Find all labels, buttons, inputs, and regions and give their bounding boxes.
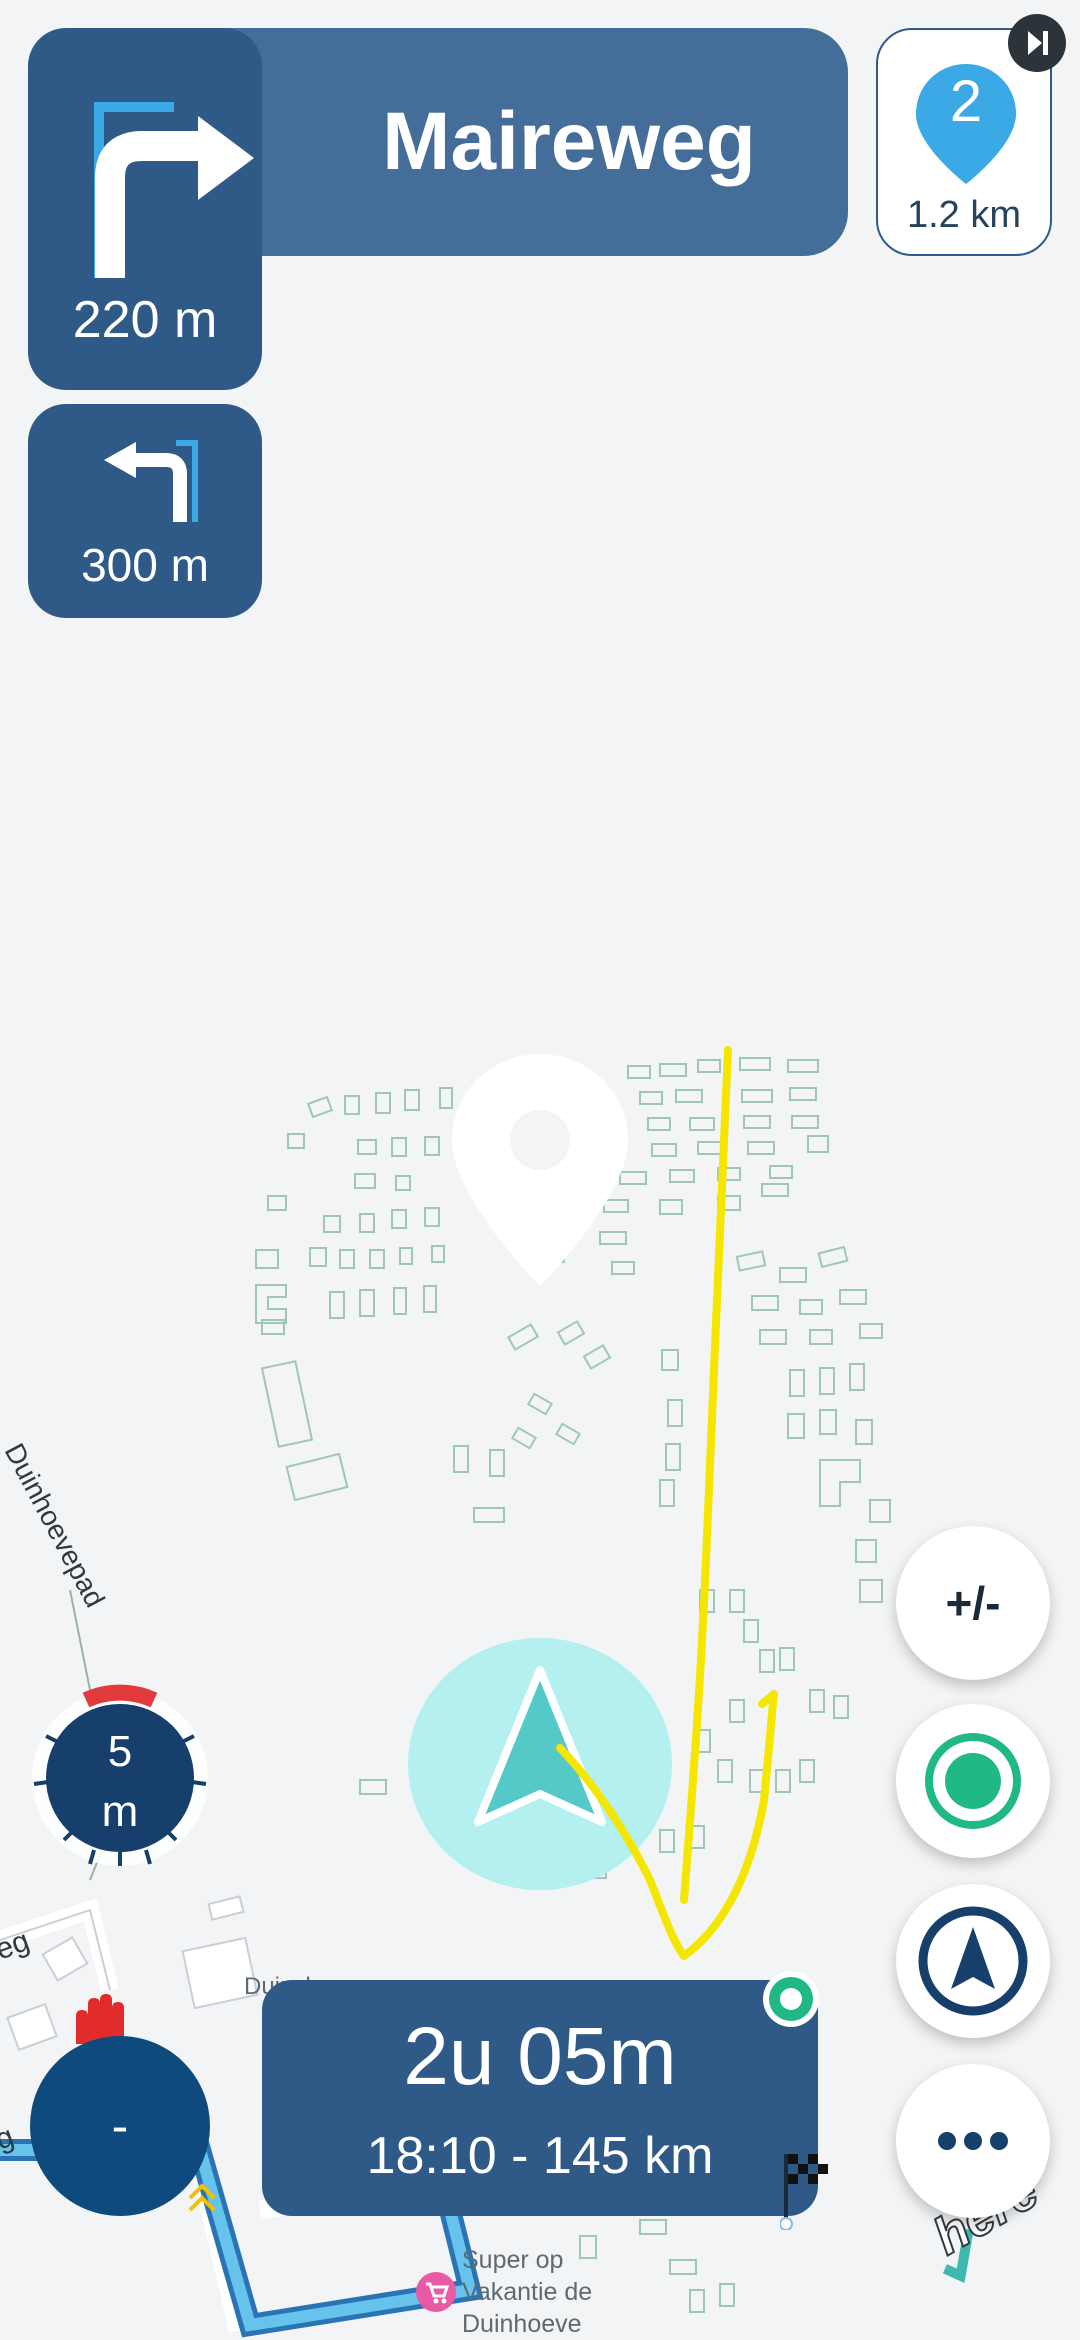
more-dots-icon xyxy=(938,2132,1008,2150)
eta-duration: 2u 05m xyxy=(403,2011,677,2102)
navigation-arrow-icon xyxy=(918,1906,1028,2016)
compass-button[interactable] xyxy=(896,1884,1050,2038)
recenter-button[interactable] xyxy=(896,1704,1050,1858)
waypoint-number: 2 xyxy=(949,69,983,134)
poi-label-super-line1: Super op xyxy=(462,2246,563,2274)
current-maneuver-box[interactable]: 220 m xyxy=(28,28,262,390)
maneuver-distance: 220 m xyxy=(72,291,218,349)
street-name: Maireweg xyxy=(382,96,756,187)
skip-waypoint-button[interactable] xyxy=(1008,14,1066,72)
next-maneuver-box[interactable]: 300 m xyxy=(28,404,262,618)
skip-next-icon xyxy=(1028,31,1048,55)
cart-poi-icon[interactable] xyxy=(416,2272,456,2312)
street-label-duinhoevepad: Duinhoevepad xyxy=(0,1438,111,1612)
speed-readout: 5 m xyxy=(40,1722,200,1842)
zoom-button[interactable]: +/- xyxy=(896,1526,1050,1680)
more-options-button[interactable] xyxy=(896,2064,1050,2218)
poi-label-super-line3: Duinhoeve xyxy=(462,2310,582,2338)
stop-navigation-button[interactable]: - xyxy=(30,2036,210,2216)
poi-label-super-line2: Vakantie de xyxy=(462,2278,592,2306)
street-label-g: g xyxy=(0,2120,18,2157)
speed-unit: m xyxy=(101,1787,139,1836)
eta-status-dot-icon xyxy=(763,1971,819,2027)
eta-arrival-distance: 18:10 - 145 km xyxy=(366,2127,714,2185)
finish-flag-icon xyxy=(780,2154,828,2230)
turn-right-arrow-icon xyxy=(94,102,254,278)
waypoint-distance: 1.2 km xyxy=(906,194,1022,236)
next-maneuver-distance: 300 m xyxy=(81,539,209,591)
target-icon xyxy=(925,1733,1021,1829)
destination-pin-icon[interactable] xyxy=(452,1054,628,1286)
eta-card[interactable]: 2u 05m 18:10 - 145 km xyxy=(262,1980,818,2216)
turn-left-arrow-icon xyxy=(104,440,198,522)
speed-value: 5 xyxy=(107,1727,133,1776)
